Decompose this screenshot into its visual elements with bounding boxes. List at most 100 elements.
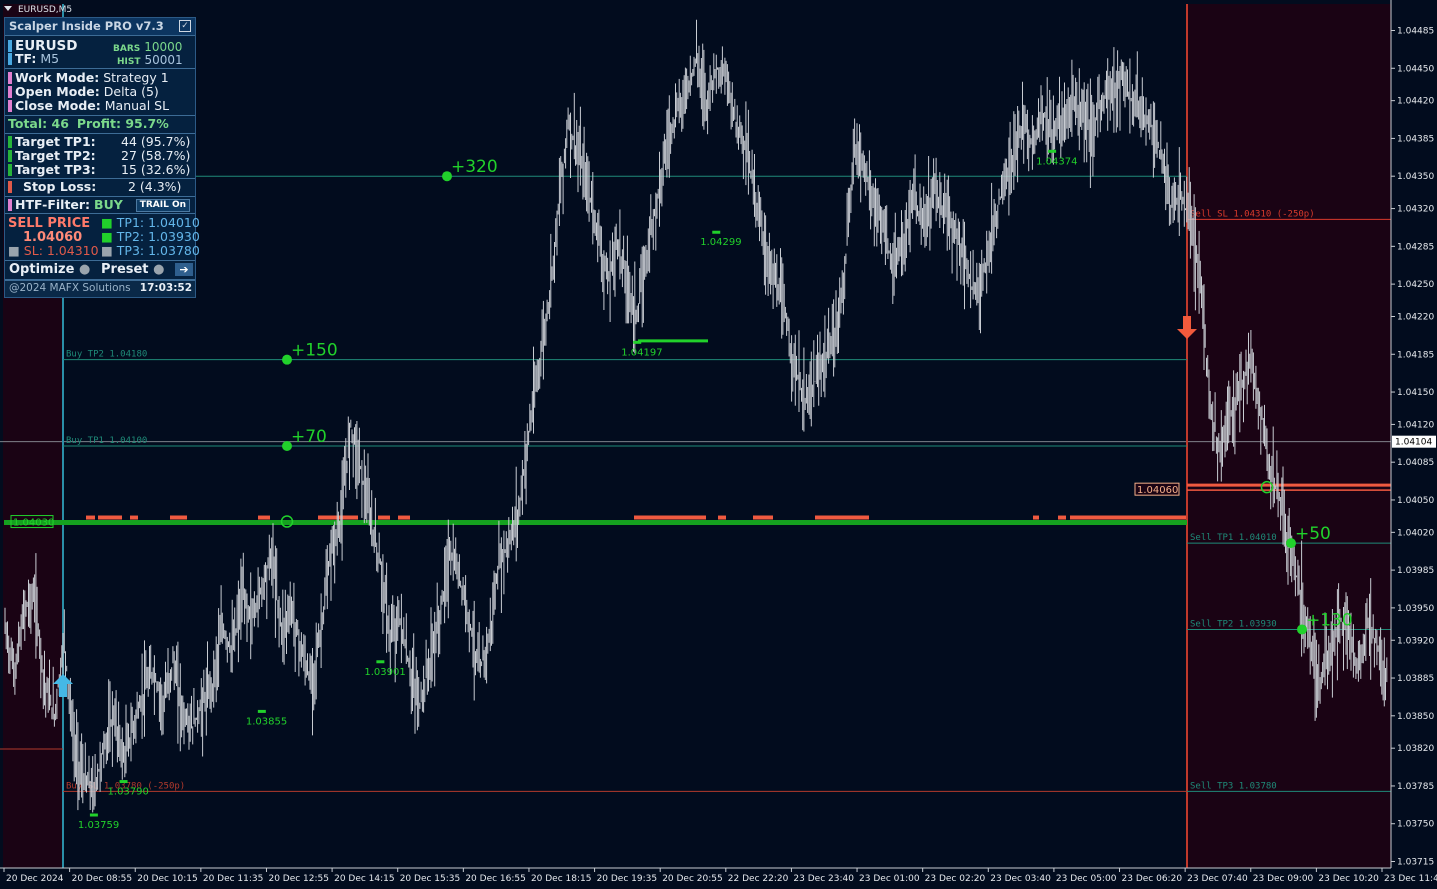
- swing-label: 1.04197: [621, 347, 662, 358]
- tf-marker-icon: [8, 53, 12, 65]
- sell-level-label: Sell TP2 1.03930: [1190, 619, 1277, 629]
- sell-entry-label: 1.04060: [1137, 485, 1178, 496]
- htf-label: HTF-Filter:: [15, 197, 91, 212]
- price-tick-label: 1.04050: [1397, 496, 1434, 506]
- time-tick-label: 23 Dec 05:00: [1056, 874, 1117, 884]
- time-tick-label: 20 Dec 16:55: [465, 874, 526, 884]
- time-tick-label: 23 Dec 11:40: [1384, 874, 1437, 884]
- tp3-value: 15 (32.6%): [121, 162, 191, 177]
- panel-title: Scalper Inside PRO v7.3: [9, 19, 164, 33]
- optimize-label: Optimize: [9, 262, 75, 277]
- time-tick-label: 20 Dec 18:15: [531, 874, 592, 884]
- trail-toggle[interactable]: TRAIL On: [135, 199, 190, 212]
- preset-label: Preset: [101, 262, 149, 277]
- time-tick-label: 23 Dec 07:40: [1187, 874, 1248, 884]
- htf-value: BUY: [94, 197, 123, 212]
- optimize-button[interactable]: Optimize ●: [9, 261, 90, 278]
- divider: [5, 68, 195, 69]
- sl-marker-icon: [8, 181, 12, 193]
- total-row: Total: 46 Profit: 95.7%: [8, 117, 193, 131]
- tf-label: TF:: [15, 51, 37, 66]
- price-tick-label: 1.04320: [1397, 205, 1434, 215]
- panel-header: Scalper Inside PRO v7.3 ✓: [5, 18, 195, 36]
- time-tick-label: 20 Dec 20:55: [662, 874, 723, 884]
- buy-level-label: Buy TP2 1.04180: [66, 350, 147, 360]
- tp2-row: Target TP2: 27 (58.7%): [8, 149, 193, 163]
- time-tick-label: 23 Dec 01:00: [859, 874, 920, 884]
- profit-label: Profit: 95.7%: [76, 116, 169, 131]
- button-bar: Optimize ● Preset ● ➔: [5, 260, 195, 280]
- price-tick-label: 1.04485: [1397, 27, 1434, 37]
- profit-label: +320: [451, 157, 498, 177]
- close-mode-marker-icon: [8, 100, 12, 112]
- next-arrow-icon[interactable]: ➔: [175, 263, 193, 276]
- price-tick-label: 1.04250: [1397, 280, 1434, 290]
- sell-level-label: Sell TP3 1.03780: [1190, 781, 1277, 791]
- panel-footer: @2024 MAFX Solutions 17:03:52: [5, 280, 195, 297]
- tp3-label: Target TP3:: [15, 162, 96, 177]
- tp1-label: Target TP1:: [15, 134, 96, 149]
- time-tick-label: 23 Dec 10:20: [1318, 874, 1379, 884]
- swing-label: 1.03790: [108, 787, 149, 798]
- tp1-price: TP1: 1.04010: [116, 215, 200, 230]
- tp1-value: 44 (95.7%): [121, 134, 191, 149]
- htf-marker-icon: [8, 199, 12, 211]
- open-mode-row: Open Mode: Delta (5): [8, 85, 193, 99]
- price-tick-label: 1.04450: [1397, 64, 1434, 74]
- tp1-price-row: ■ TP1: 1.04010: [101, 215, 200, 230]
- symbol-marker-icon: [8, 40, 12, 52]
- sl-price: SL: 1.04310: [23, 243, 99, 258]
- price-tick-label: 1.04420: [1397, 97, 1434, 107]
- open-mode-label: Open Mode:: [15, 84, 100, 99]
- tp2-value: 27 (58.7%): [121, 148, 191, 163]
- swing-label: 1.03759: [78, 820, 119, 831]
- swing-label: 1.04374: [1036, 156, 1077, 167]
- price-tick-label: 1.04385: [1397, 134, 1434, 144]
- checkbox-icon[interactable]: ✓: [179, 20, 191, 32]
- swing-label: 1.03855: [246, 716, 287, 727]
- time-tick-label: 23 Dec 02:20: [925, 874, 986, 884]
- sl-square-icon: ■: [8, 243, 20, 258]
- price-tick-label: 1.03950: [1397, 604, 1434, 614]
- price-tick-label: 1.04350: [1397, 172, 1434, 182]
- tp3-price: TP3: 1.03780: [116, 243, 200, 258]
- tp2-price: TP2: 1.03930: [116, 229, 200, 244]
- price-tick-label: 1.04150: [1397, 388, 1434, 398]
- time-tick-label: 20 Dec 08:55: [72, 874, 133, 884]
- sl-label: Stop Loss:: [22, 179, 97, 194]
- price-tick-label: 1.03785: [1397, 782, 1434, 792]
- price-tick-label: 1.04120: [1397, 420, 1434, 430]
- work-mode-value[interactable]: Strategy 1: [103, 70, 169, 85]
- work-mode-row: Work Mode: Strategy 1: [8, 71, 193, 85]
- price-tick-label: 1.03820: [1397, 744, 1434, 754]
- tp3-square-icon: ■: [101, 243, 113, 258]
- profit-label: +150: [291, 341, 338, 361]
- close-mode-row: Close Mode: Manual SL: [8, 99, 193, 113]
- window-title: EURUSD,M5: [18, 5, 72, 15]
- price-tick-label: 1.04085: [1397, 458, 1434, 468]
- hist-label: HIST: [117, 57, 141, 67]
- close-mode-value[interactable]: Manual SL: [105, 98, 169, 113]
- sell-level-label: Sell SL 1.04310 (-250p): [1190, 209, 1315, 219]
- current-price-label: 1.04104: [1395, 438, 1432, 448]
- price-chart[interactable]: Buy TP2 1.04180Buy TP1 1.04100Buy SL 1.0…: [0, 0, 1437, 889]
- preset-dot-icon: ●: [153, 262, 165, 277]
- tp2-square-icon: ■: [101, 229, 113, 244]
- price-tick-label: 1.03850: [1397, 712, 1434, 722]
- tp1-square-icon: ■: [101, 215, 113, 230]
- preset-button[interactable]: Preset ●: [101, 261, 164, 278]
- tp1-row: Target TP1: 44 (95.7%): [8, 135, 193, 149]
- sell-price-label: SELL PRICE: [8, 216, 91, 231]
- indicator-panel: Scalper Inside PRO v7.3 ✓ EURUSD BARS 10…: [4, 17, 200, 298]
- tp3-row: Target TP3: 15 (32.6%): [8, 163, 193, 177]
- sl-row: Stop Loss: 2 (4.3%): [8, 180, 193, 194]
- sell-level-label: Sell TP1 1.04010: [1190, 533, 1277, 543]
- time-tick-label: 23 Dec 06:20: [1122, 874, 1183, 884]
- price-tick-label: 1.04020: [1397, 528, 1434, 538]
- buy-level-label: Buy TP1 1.04100: [66, 436, 147, 446]
- time-tick-label: 20 Dec 2024: [6, 874, 64, 884]
- price-tick-label: 1.03885: [1397, 674, 1434, 684]
- sl-value: 2 (4.3%): [128, 179, 182, 194]
- tf-row: TF: M5 HIST 50001: [8, 51, 193, 67]
- open-mode-value[interactable]: Delta (5): [104, 84, 159, 99]
